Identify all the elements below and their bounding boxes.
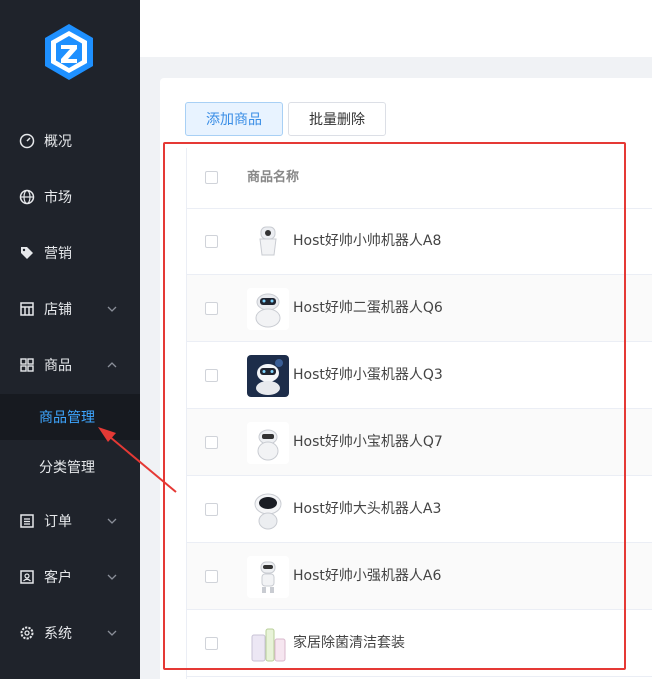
product-thumbnail (247, 221, 289, 263)
sidebar-item-label: 营销 (44, 246, 72, 262)
product-thumbnail (247, 489, 289, 531)
bulk-delete-button[interactable]: 批量删除 (288, 102, 386, 136)
product-name: 家居除菌清洁套装 (293, 635, 405, 651)
row-checkbox[interactable] (205, 369, 218, 382)
sidebar-item-label: 概况 (44, 134, 72, 150)
sidebar-item-label: 商品 (44, 358, 72, 374)
select-all-checkbox[interactable] (205, 171, 218, 184)
table-header: 商品名称 (187, 148, 652, 209)
product-name: Host好帅大头机器人A3 (293, 501, 442, 517)
app-logo-icon[interactable] (41, 22, 97, 82)
chevron-down-icon (107, 306, 117, 312)
sidebar-item-store[interactable]: 店铺 (0, 287, 140, 331)
table-row[interactable]: Host好帅二蛋机器人Q6 (187, 275, 652, 342)
product-name: Host好帅小蛋机器人Q3 (293, 367, 443, 383)
sidebar-subitem-label: 商品管理 (39, 410, 95, 426)
sidebar-item-marketing[interactable]: 营销 (0, 231, 140, 275)
row-checkbox[interactable] (205, 302, 218, 315)
sidebar-item-products[interactable]: 商品 (0, 343, 140, 387)
table-row[interactable]: 家居除菌清洁套装 (187, 610, 652, 677)
sidebar-item-overview[interactable]: 概况 (0, 119, 140, 163)
product-thumbnail (247, 288, 289, 330)
product-thumbnail (247, 623, 289, 665)
product-name: Host好帅小宝机器人Q7 (293, 434, 443, 450)
sidebar-item-system[interactable]: 系统 (0, 611, 140, 655)
chevron-down-icon (107, 574, 117, 580)
row-checkbox[interactable] (205, 235, 218, 248)
product-thumbnail (247, 556, 289, 598)
sidebar-item-label: 订单 (44, 514, 72, 530)
table-row[interactable]: Host好帅小宝机器人Q7 (187, 409, 652, 476)
chevron-up-icon (107, 362, 117, 368)
table-row[interactable]: Host好帅小强机器人A6 (187, 543, 652, 610)
sidebar-item-label: 客户 (44, 570, 72, 586)
sidebar-item-label: 市场 (44, 190, 72, 206)
table-row[interactable]: Host好帅大头机器人A3 (187, 476, 652, 543)
sidebar-item-orders[interactable]: 订单 (0, 499, 140, 543)
sidebar-item-customers[interactable]: 客户 (0, 555, 140, 599)
product-name: Host好帅小强机器人A6 (293, 568, 442, 584)
top-header (140, 0, 652, 57)
sidebar-subitem-label: 分类管理 (39, 460, 95, 476)
add-product-button[interactable]: 添加商品 (185, 102, 283, 136)
column-header-name: 商品名称 (247, 170, 300, 185)
store-icon (18, 300, 36, 318)
row-checkbox[interactable] (205, 637, 218, 650)
table-row[interactable]: Host好帅小帅机器人A8 (187, 208, 652, 275)
product-table: 商品名称 Host好帅小帅机器人A8 Host好帅二蛋机器人Q6 Host好帅小… (186, 148, 652, 679)
sidebar-subitem-category-management[interactable]: 分类管理 (0, 444, 140, 490)
user-card-icon (18, 568, 36, 586)
product-thumbnail (247, 422, 289, 464)
settings-icon (18, 624, 36, 642)
product-name: Host好帅二蛋机器人Q6 (293, 300, 443, 316)
list-icon (18, 512, 36, 530)
sidebar-item-label: 系统 (44, 626, 72, 642)
sidebar: 概况 市场 营销 店铺 商品 商品管理 分类管理 订单 客户 系统 (0, 0, 140, 679)
grid-icon (18, 356, 36, 374)
sidebar-item-market[interactable]: 市场 (0, 175, 140, 219)
product-thumbnail (247, 355, 289, 397)
chevron-down-icon (107, 518, 117, 524)
row-checkbox[interactable] (205, 436, 218, 449)
product-name: Host好帅小帅机器人A8 (293, 233, 442, 249)
row-checkbox[interactable] (205, 570, 218, 583)
sidebar-item-label: 店铺 (44, 302, 72, 318)
tag-icon (18, 244, 36, 262)
globe-icon (18, 188, 36, 206)
sidebar-subitem-product-management[interactable]: 商品管理 (0, 394, 140, 440)
row-checkbox[interactable] (205, 503, 218, 516)
table-row[interactable]: Host好帅小蛋机器人Q3 (187, 342, 652, 409)
speedometer-icon (18, 132, 36, 150)
chevron-down-icon (107, 630, 117, 636)
